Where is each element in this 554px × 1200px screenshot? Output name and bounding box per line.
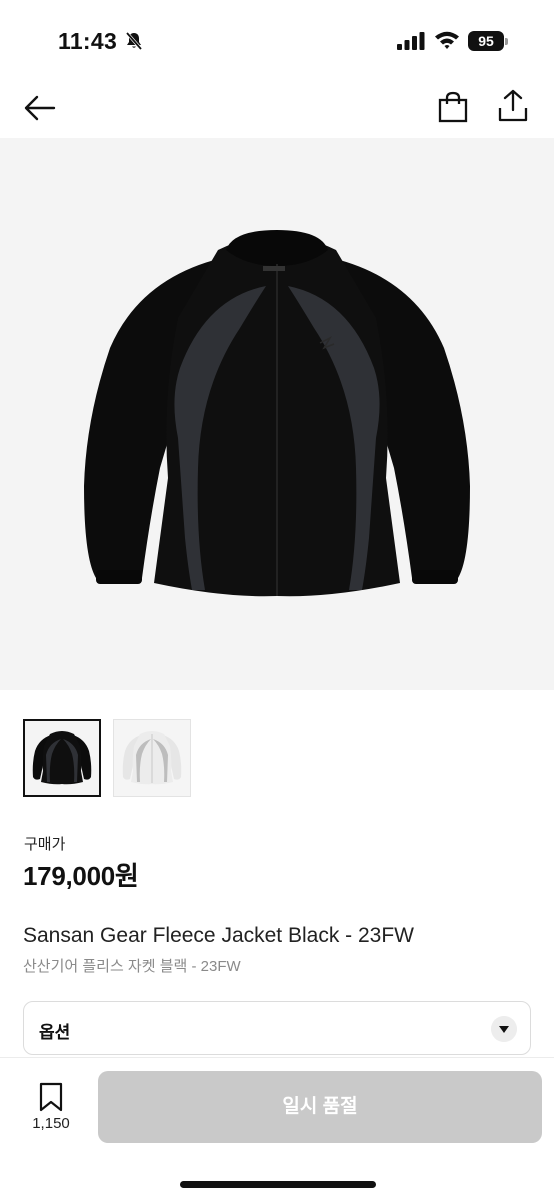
bottom-action-bar: 1,150 일시 품절 — [0, 1057, 554, 1200]
price-label: 구매가 — [24, 836, 66, 853]
status-bar: 11:43 95 — [0, 0, 554, 78]
sold-out-button[interactable]: 일시 품절 — [98, 1071, 542, 1143]
bookmark-icon — [39, 1082, 63, 1112]
thumbnail-white-jacket[interactable] — [113, 719, 191, 797]
wish-button[interactable]: 1,150 — [18, 1080, 84, 1140]
thumbnail-black-jacket[interactable] — [23, 719, 101, 797]
white-fleece-jacket-thumbnail — [122, 731, 182, 785]
back-arrow-icon[interactable] — [22, 90, 58, 126]
wifi-icon — [435, 31, 459, 49]
product-name: Sansan Gear Fleece Jacket Black - 23FW — [23, 924, 414, 947]
black-fleece-jacket-thumbnail — [32, 731, 92, 785]
option-select[interactable]: 옵션 — [23, 1001, 531, 1055]
price-value: 179,000원 — [23, 861, 139, 891]
signal-icon — [397, 32, 425, 50]
nav-bar — [0, 78, 554, 138]
status-time: 11:43 — [58, 28, 118, 54]
chevron-down-icon — [491, 1016, 517, 1042]
option-label: 옵션 — [39, 1023, 71, 1042]
wish-count: 1,150 — [32, 1115, 70, 1132]
battery-icon: 95 — [468, 31, 508, 51]
share-icon[interactable] — [496, 88, 530, 124]
home-indicator — [180, 1181, 376, 1188]
product-image[interactable] — [0, 138, 554, 690]
battery-level: 95 — [468, 31, 504, 51]
product-name-korean: 산산기어 플리스 자켓 블랙 - 23FW — [23, 958, 241, 975]
black-fleece-jacket-image — [84, 230, 470, 597]
shopping-bag-icon[interactable] — [436, 90, 470, 124]
bell-off-icon — [125, 31, 143, 51]
